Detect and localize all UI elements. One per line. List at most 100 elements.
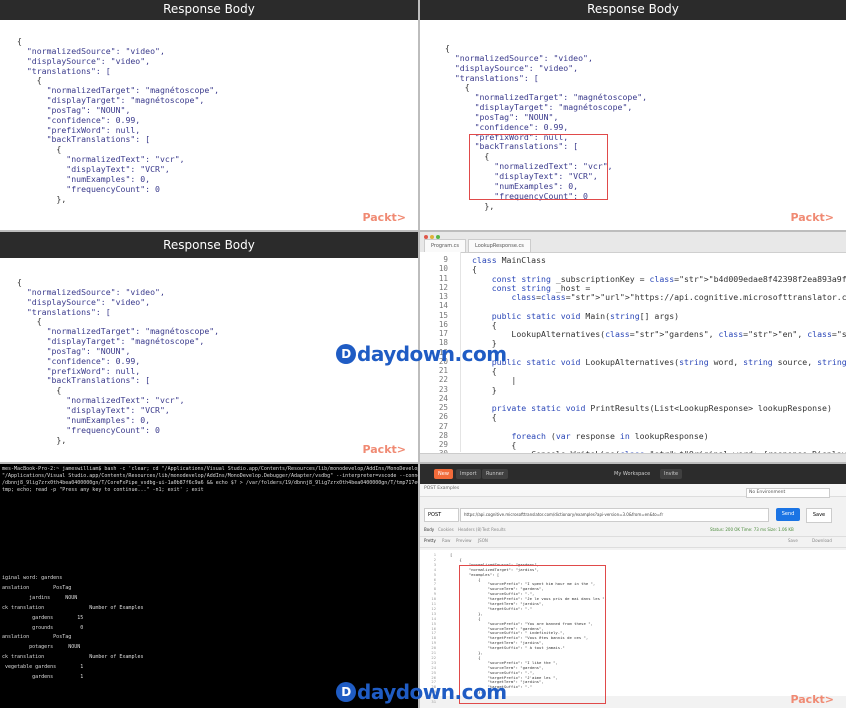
response-tabs: Body Cookies Headers (8) Test Results St… bbox=[420, 526, 846, 537]
watermark-logo: D bbox=[336, 344, 356, 364]
code-line: public static void Main(string[] args) bbox=[491, 310, 680, 321]
terminal-line: ck translation Number of Examples bbox=[2, 654, 144, 661]
code-line: class=class="str">"url">"https://api.cog… bbox=[511, 292, 846, 302]
json-line: "numExamples": 0, bbox=[17, 414, 151, 425]
postman-toolbar: New Import Runner My Workspace Invite bbox=[420, 464, 846, 484]
json-line: "normalizedText": "vcr", bbox=[17, 395, 185, 406]
environment-select[interactable]: No Environment bbox=[746, 488, 830, 498]
line-number: 25 bbox=[438, 403, 448, 412]
line-number: 27 bbox=[438, 421, 448, 431]
line-number: 14 bbox=[438, 301, 448, 311]
json-line: { bbox=[445, 43, 450, 53]
json-line: "prefixWord": null, bbox=[17, 124, 141, 135]
new-button[interactable]: New bbox=[434, 469, 453, 479]
terminal-window: mes-MacBook-Pro-2:~ jameswilliam$ bash -… bbox=[0, 464, 418, 708]
terminal-line: vegetable gardens 1 bbox=[2, 664, 84, 671]
view-tabs: Pretty Raw Preview JSON Save Download bbox=[420, 537, 846, 548]
line-number: 15 bbox=[438, 310, 448, 320]
terminal-line: mes-MacBook-Pro-2:~ jameswilliam$ bash -… bbox=[2, 466, 418, 472]
json-line: "normalizedSource": "video", bbox=[17, 45, 165, 56]
terminal-line: /dbnnj8_9lig7zrx0th4bea0400000gn/T/CoreF… bbox=[2, 480, 418, 486]
json-line: "backTranslations": [ bbox=[17, 375, 151, 386]
tab-cookies[interactable]: Cookies bbox=[438, 527, 454, 532]
terminal-line: "/Applications/Visual Studio.app/Content… bbox=[2, 473, 418, 479]
terminal-line: jardins NOUN bbox=[2, 594, 78, 601]
watermark-logo: D bbox=[336, 682, 356, 702]
tab-raw[interactable]: Raw bbox=[442, 538, 450, 543]
line-number: 13 bbox=[438, 292, 448, 301]
json-line: "normalizedText": "vcr", bbox=[17, 154, 185, 165]
line-number: 28 bbox=[438, 430, 448, 440]
json-line: { bbox=[17, 75, 42, 86]
tab-body[interactable]: Body bbox=[424, 527, 434, 532]
terminal-line: gardens 1 bbox=[2, 674, 84, 680]
json-line: "backTranslations": [ bbox=[17, 134, 151, 145]
json-line: "posTag": "NOUN", bbox=[17, 345, 131, 356]
workspace-selector[interactable]: My Workspace bbox=[610, 469, 654, 479]
method-select[interactable]: POST bbox=[424, 508, 459, 522]
code-line: class MainClass bbox=[472, 255, 546, 265]
tab-pretty[interactable]: Pretty bbox=[424, 538, 436, 543]
tab-post-examples[interactable]: POST Examples bbox=[424, 486, 459, 491]
line-number: 21 bbox=[438, 366, 448, 375]
json-line: "translations": [ bbox=[17, 306, 111, 317]
json-line: "displaySource": "video", bbox=[445, 62, 579, 73]
response-status: Status: 200 OK Time: 73 ms Size: 1.06 KB bbox=[710, 527, 794, 532]
json-line: "posTag": "NOUN", bbox=[17, 104, 131, 115]
json-line: "confidence": 0.99, bbox=[17, 355, 141, 366]
download-button[interactable]: Download bbox=[812, 538, 832, 543]
send-button[interactable]: Send bbox=[776, 508, 800, 521]
editor-status-bar bbox=[420, 453, 846, 462]
watermark: Ddaydown.com bbox=[336, 682, 507, 702]
json-line: "displaySource": "video", bbox=[17, 296, 151, 307]
json-line: "translations": [ bbox=[445, 72, 539, 83]
runner-button[interactable]: Runner bbox=[482, 469, 508, 479]
format-select[interactable]: JSON bbox=[478, 538, 488, 543]
packt-logo: Packt> bbox=[362, 443, 406, 456]
url-input[interactable]: https://api.cognitive.microsofttranslato… bbox=[460, 508, 769, 522]
json-line: "posTag": "NOUN", bbox=[445, 111, 559, 122]
tab-program-cs[interactable]: Program.cs bbox=[424, 239, 467, 253]
watermark: Ddaydown.com bbox=[336, 344, 507, 364]
request-url-row: POST https://api.cognitive.microsofttran… bbox=[420, 504, 846, 526]
json-line: "normalizedTarget": "magnétoscope", bbox=[17, 326, 220, 337]
code-line: private static void PrintResults(List<Lo… bbox=[491, 403, 832, 413]
import-button[interactable]: Import bbox=[456, 469, 481, 479]
save-response-button[interactable]: Save bbox=[788, 538, 798, 543]
postman-window: New Import Runner My Workspace Invite PO… bbox=[420, 464, 846, 708]
json-line: "prefixWord": null, bbox=[17, 365, 141, 376]
line-number: 24 bbox=[438, 393, 448, 403]
line-number: 29 bbox=[438, 440, 448, 449]
json-line: }, bbox=[445, 200, 495, 211]
tab-preview[interactable]: Preview bbox=[456, 538, 472, 543]
json-line: "normalizedSource": "video", bbox=[445, 52, 593, 63]
json-line: "translations": [ bbox=[17, 65, 111, 76]
tab-headers[interactable]: Headers (8) bbox=[458, 527, 482, 532]
json-line: "normalizedSource": "video", bbox=[17, 286, 165, 297]
json-response: { "normalizedSource": "video", "displayS… bbox=[17, 36, 219, 204]
line-number: 22 bbox=[438, 375, 448, 385]
save-button[interactable]: Save bbox=[806, 508, 832, 523]
tab-test-results[interactable]: Test Results bbox=[482, 527, 506, 532]
watermark-text: daydown.com bbox=[357, 680, 507, 704]
packt-logo: Packt> bbox=[362, 211, 406, 224]
code-line: public static void LookupAlternatives(st… bbox=[491, 356, 846, 367]
json-line: { bbox=[17, 36, 22, 46]
json-line: { bbox=[17, 385, 62, 396]
terminal-line: ck translation Number of Examples bbox=[2, 604, 144, 611]
slide-title: Response Body bbox=[420, 0, 846, 20]
json-line: }, bbox=[17, 434, 67, 445]
slide-title: Response Body bbox=[0, 232, 418, 258]
json-line: { bbox=[17, 316, 42, 327]
tab-lookup-response-cs[interactable]: LookupResponse.cs bbox=[468, 239, 531, 253]
line-number: 16 bbox=[438, 319, 448, 329]
terminal-line: iginal word: gardens bbox=[2, 575, 63, 581]
json-line: "normalizedTarget": "magnétoscope", bbox=[445, 92, 648, 103]
line-number: 17 bbox=[438, 329, 448, 338]
invite-button[interactable]: Invite bbox=[660, 469, 683, 479]
json-line: "confidence": 0.99, bbox=[17, 114, 141, 125]
json-line: "displayText": "VCR", bbox=[17, 163, 170, 174]
watermark-text: daydown.com bbox=[357, 342, 507, 366]
json-line: "displayTarget": "magnétoscope", bbox=[445, 102, 633, 113]
response-body-slide-1: Response Body { "normalizedSource": "vid… bbox=[0, 0, 418, 230]
